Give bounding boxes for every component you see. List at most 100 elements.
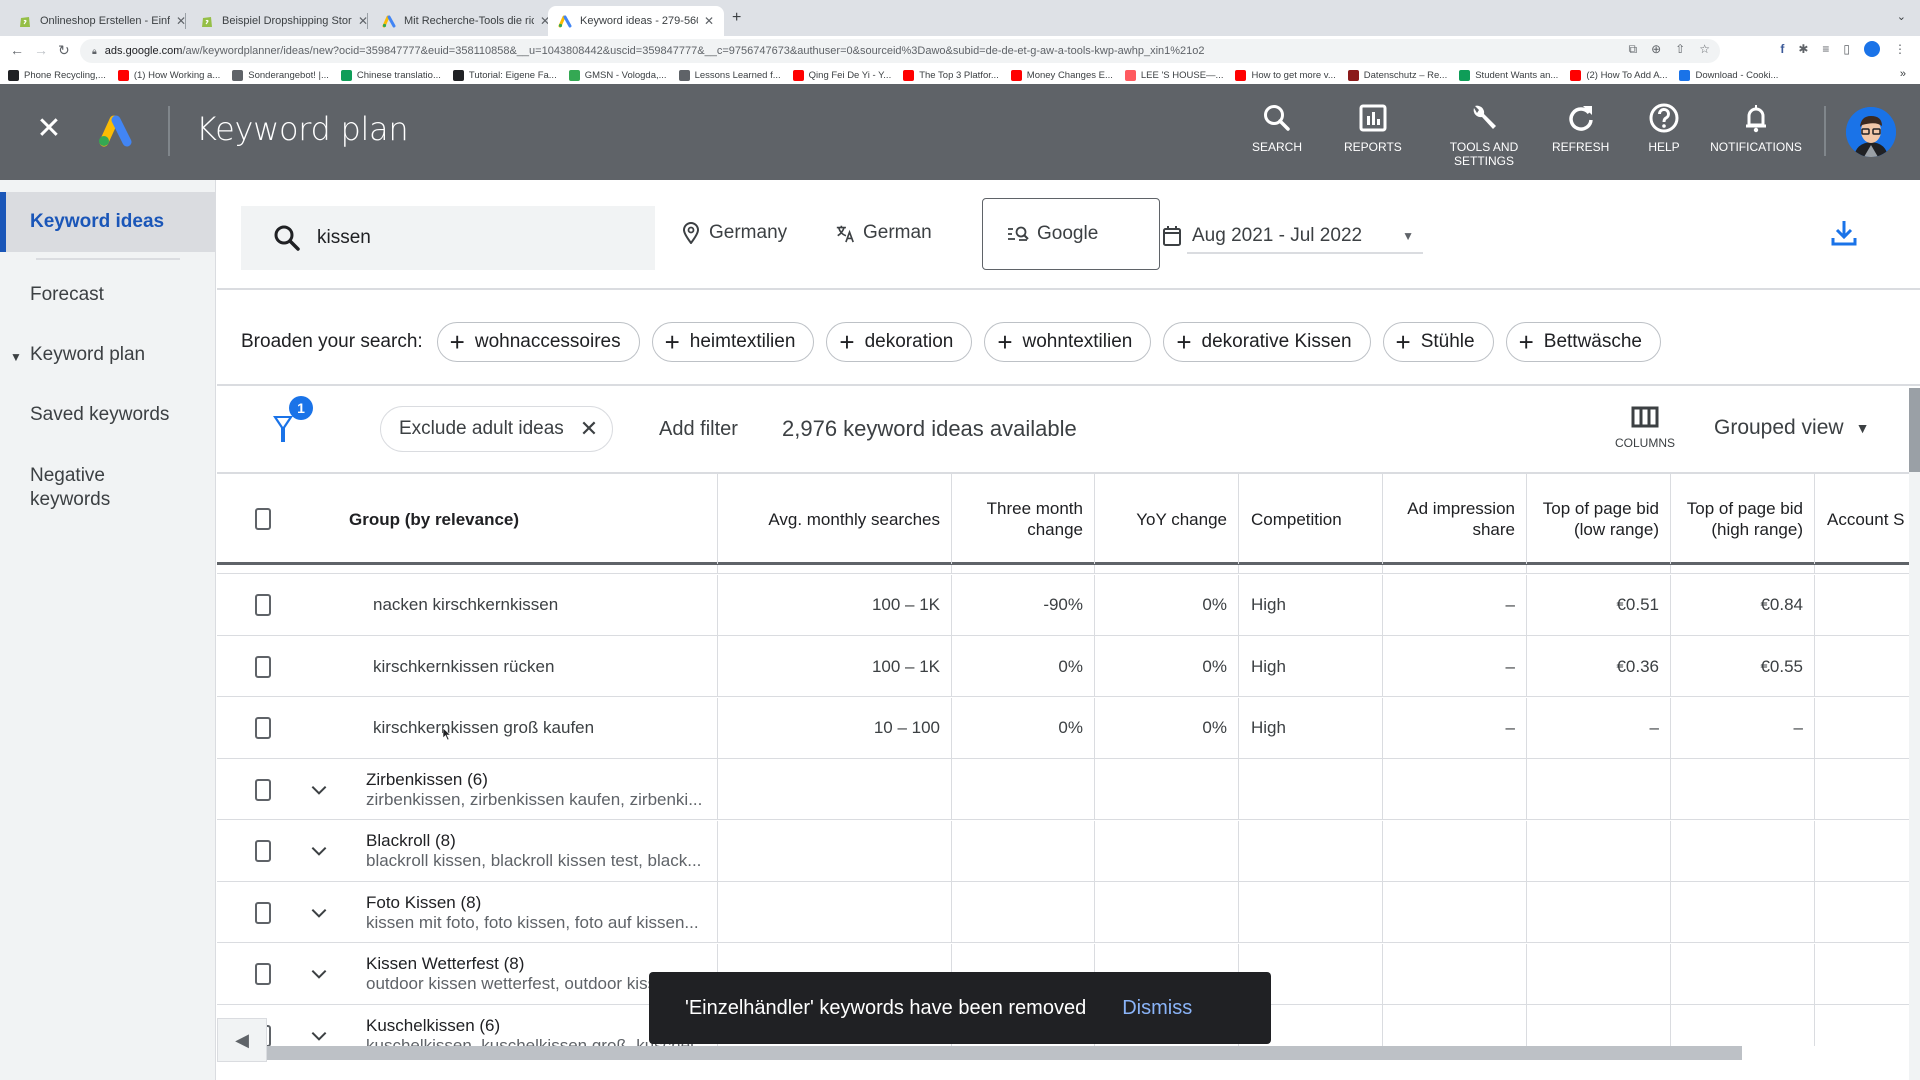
bookmark-item[interactable]: Lessons Learned f... [678, 69, 781, 81]
url-field[interactable]: 🔒︎ ads.google.com /aw/keywordplanner/ide… [80, 39, 1720, 63]
header-tools-button[interactable]: TOOLS AND SETTINGS [1438, 102, 1530, 168]
browser-tab[interactable]: Mit Recherche-Tools die richtig ✕ [372, 6, 560, 36]
language-selector[interactable]: German [835, 222, 932, 244]
keyword-row[interactable]: nacken kirschkernkissen 100 – 1K -90% 0% Hig… [217, 574, 1909, 636]
extensions-puzzle-icon[interactable]: ✱ [1798, 42, 1808, 56]
bookmark-item[interactable]: How to get more v... [1235, 69, 1336, 81]
forward-icon[interactable]: → [34, 42, 48, 58]
scrollbar-thumb[interactable] [267, 1046, 1742, 1060]
group-row[interactable]: Zirbenkissen (6) zirbenkissen, zirbenkiss… [217, 759, 1909, 820]
expand-group-button[interactable] [299, 759, 339, 820]
keyword-search-box[interactable] [241, 206, 655, 270]
account-avatar[interactable] [1846, 107, 1896, 157]
close-tab-icon[interactable]: ✕ [704, 14, 714, 28]
header-search-button[interactable]: SEARCH [1252, 102, 1302, 154]
bookmark-item[interactable]: Sonderangebot! |... [232, 69, 329, 81]
browser-tab[interactable]: Onlineshop Erstellen - Einfach ✕ [8, 6, 196, 36]
browser-tab[interactable]: Beispiel Dropshipping Store · K ✕ [190, 6, 378, 36]
row-checkbox[interactable] [255, 963, 271, 985]
scrollbar-thumb[interactable] [1909, 388, 1920, 472]
bookmark-item[interactable]: GMSN - Vologda,... [568, 69, 667, 81]
bookmark-item[interactable]: Qing Fei De Yi - Y... [792, 69, 891, 81]
back-icon[interactable]: ← [10, 42, 24, 58]
date-range-selector[interactable]: Aug 2021 - Jul 2022 ▼ [1162, 220, 1414, 252]
expand-group-button[interactable] [299, 821, 339, 882]
view-selector[interactable]: Grouped view ▼ [1714, 416, 1869, 440]
reading-list-icon[interactable]: ≡ [1822, 42, 1829, 56]
tab-search-icon[interactable]: ⌄ [1897, 10, 1906, 23]
translate-icon[interactable]: ⧉ [1629, 42, 1638, 57]
header-reports-button[interactable]: REPORTS [1344, 102, 1402, 154]
row-checkbox[interactable] [255, 594, 271, 616]
col-header-impression-share[interactable]: Ad impression share [1383, 474, 1527, 564]
zoom-icon[interactable]: ⊕ [1651, 42, 1661, 57]
select-all-checkbox[interactable] [255, 508, 271, 530]
bookmark-star-icon[interactable]: ☆ [1699, 42, 1710, 57]
row-checkbox[interactable] [255, 840, 271, 862]
sidebar-item-keyword-ideas[interactable]: Keyword ideas [0, 192, 216, 252]
keyword-search-input[interactable] [317, 227, 617, 249]
row-checkbox[interactable] [255, 778, 271, 801]
location-selector[interactable]: Germany [681, 222, 787, 244]
close-icon[interactable]: ✕ [34, 114, 64, 144]
broaden-chip[interactable]: + wohnaccessoires [436, 322, 640, 362]
bookmark-item[interactable]: Chinese translatio... [340, 69, 441, 81]
share-icon[interactable]: ⇧ [1675, 42, 1685, 57]
bookmark-item[interactable]: Download - Cooki... [1679, 69, 1778, 81]
search-network-selector[interactable]: Google [982, 198, 1160, 270]
broaden-chip[interactable]: + Bettwäsche [1505, 322, 1661, 362]
snackbar-dismiss-button[interactable]: Dismiss [1122, 997, 1192, 1020]
expand-group-button[interactable] [299, 944, 339, 1005]
broaden-chip[interactable]: + dekoration [826, 322, 973, 362]
bookmark-item[interactable]: Tutorial: Eigene Fa... [452, 69, 557, 81]
horizontal-scrollbar[interactable] [217, 1046, 1909, 1060]
browser-tab-active[interactable]: Keyword ideas - 279-560-189 ✕ [548, 6, 724, 36]
expand-group-button[interactable] [299, 882, 339, 943]
col-header-bid-low[interactable]: Top of page bid (low range) [1527, 474, 1671, 564]
col-header-group[interactable]: Group (by relevance) [337, 474, 697, 564]
col-header-three-month[interactable]: Three month change [952, 474, 1095, 564]
reload-icon[interactable]: ↻ [58, 42, 70, 59]
keyword-row[interactable]: kirschkernkissen groß kaufen 10 – 100 0% 0%… [217, 697, 1909, 759]
vertical-scrollbar[interactable] [1909, 388, 1920, 1080]
col-header-yoy[interactable]: YoY change [1095, 474, 1239, 564]
broaden-chip[interactable]: + dekorative Kissen [1163, 322, 1371, 362]
bookmark-item[interactable]: Phone Recycling,... [8, 69, 106, 81]
filter-chip-exclude-adult[interactable]: Exclude adult ideas ✕ [380, 406, 614, 452]
columns-button[interactable]: COLUMNS [1615, 406, 1675, 450]
chrome-menu-icon[interactable]: ⋮ [1894, 42, 1906, 56]
sidebar-item-keyword-plan[interactable]: Keyword plan [0, 344, 216, 366]
group-row[interactable]: Foto Kissen (8) kissen mit foto, foto kis… [217, 882, 1909, 943]
add-filter-button[interactable]: Add filter [659, 418, 738, 441]
row-checkbox[interactable] [255, 717, 271, 739]
remove-filter-icon[interactable]: ✕ [580, 416, 598, 442]
sidebar-item-saved-keywords[interactable]: Saved keywords [0, 404, 216, 426]
group-row[interactable]: Blackroll (8) blackroll kissen, blackroll… [217, 820, 1909, 882]
bookmark-item[interactable]: LEE 'S HOUSE—... [1124, 69, 1223, 81]
facebook-extension-icon[interactable]: f [1780, 42, 1784, 56]
header-help-button[interactable]: HELP [1648, 102, 1680, 154]
expand-group-button[interactable] [299, 1005, 339, 1046]
keyword-row[interactable]: kirschkernkissen rücken 100 – 1K 0% 0% High –… [217, 636, 1909, 697]
more-bookmarks-button[interactable]: » [1900, 68, 1906, 80]
col-header-account-status[interactable]: Account S [1815, 474, 1909, 564]
bookmark-item[interactable]: Datenschutz – Re... [1347, 69, 1447, 81]
profile-avatar[interactable] [1864, 41, 1880, 57]
col-header-avg-searches[interactable]: Avg. monthly searches [718, 474, 952, 564]
row-checkbox[interactable] [255, 901, 271, 924]
header-notifications-button[interactable]: NOTIFICATIONS [1710, 102, 1802, 154]
broaden-chip[interactable]: + heimtextilien [651, 322, 815, 362]
bookmark-item[interactable]: Money Changes E... [1010, 69, 1113, 81]
download-icon[interactable] [1829, 218, 1859, 248]
header-refresh-button[interactable]: REFRESH [1552, 102, 1609, 154]
row-checkbox[interactable] [255, 655, 271, 678]
new-tab-button[interactable]: + [732, 9, 741, 27]
sidebar-item-negative-keywords[interactable]: Negative keywords [0, 464, 150, 512]
bookmark-item[interactable]: (2) How To Add A... [1570, 69, 1667, 81]
sidebar-item-forecast[interactable]: Forecast [0, 284, 216, 306]
bookmark-item[interactable]: The Top 3 Platfor... [903, 69, 999, 81]
col-header-competition[interactable]: Competition [1239, 474, 1383, 564]
bookmark-item[interactable]: (1) How Working a... [117, 69, 220, 81]
broaden-chip[interactable]: + wohntextilien [984, 322, 1152, 362]
side-panel-icon[interactable]: ▯ [1843, 42, 1850, 56]
